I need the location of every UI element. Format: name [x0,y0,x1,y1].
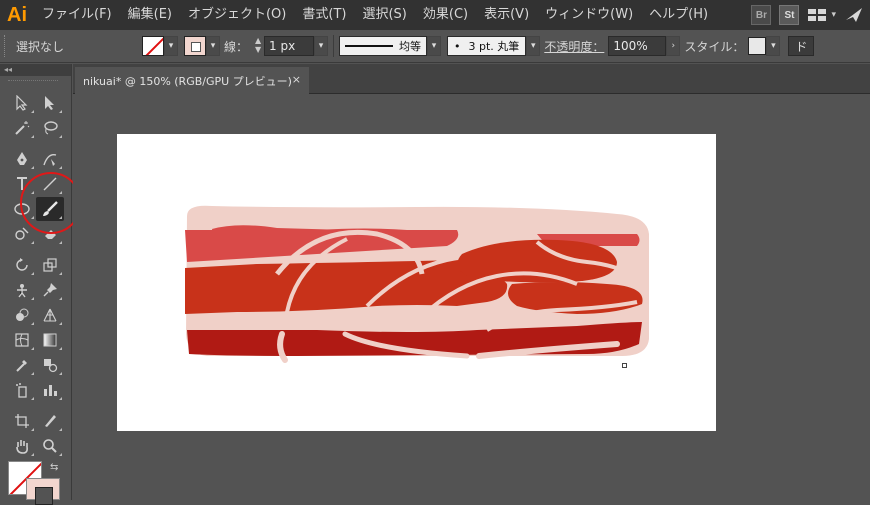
perspective-grid-tool-icon[interactable] [36,303,64,327]
lasso-tool-icon[interactable] [36,116,64,140]
fill-swatch[interactable] [142,36,164,56]
chevron-down-icon: ▾ [831,10,836,20]
menu-window[interactable]: ウィンドウ(W) [537,0,641,30]
menu-edit[interactable]: 編集(E) [120,0,180,30]
style-dropdown[interactable]: ▾ [766,36,781,56]
menu-view[interactable]: 表示(V) [476,0,537,30]
brush-definition[interactable]: • 3 pt. 丸筆 [447,36,527,56]
magic-wand-tool-icon[interactable] [8,116,36,140]
shape-builder-tool-icon[interactable] [8,303,36,327]
workspace-switcher-icon[interactable]: ▾ [807,8,836,22]
opacity-field[interactable]: 100% [608,36,667,56]
chevron-down-icon: ▾ [168,41,174,51]
column-graph-tool-icon[interactable] [36,378,64,402]
variable-width-profile[interactable]: 均等 [339,36,428,56]
pin-tool-icon[interactable] [36,278,64,302]
stroke-weight-dropdown[interactable]: ▾ [314,36,329,56]
chevron-down-icon: ▼ [254,45,262,54]
profile-line-icon [345,45,394,47]
blend-tool-icon[interactable] [36,353,64,377]
canvas-area[interactable] [73,94,870,500]
document-tab-bar: nikuai* @ 150% (RGB/GPU プレビュー) × [73,64,870,94]
graphic-style-swatch[interactable] [748,37,767,55]
bridge-button[interactable]: Br [751,5,772,25]
document-setup-button[interactable]: ド [788,36,815,56]
meat-illustration[interactable] [117,134,716,431]
eyedropper-tool-icon[interactable] [8,353,36,377]
pen-tool-icon[interactable] [8,147,36,171]
opacity-label[interactable]: 不透明度： [544,38,604,55]
puppet-warp-tool-icon[interactable] [8,278,36,302]
stroke-dropdown[interactable]: ▾ [206,36,220,56]
panel-grip[interactable] [4,35,12,57]
chevron-down-icon: ▾ [318,41,324,51]
chevron-right-icon: › [671,41,676,51]
brush-label: 3 pt. 丸筆 [468,40,520,53]
menu-select[interactable]: 選択(S) [354,0,414,30]
profile-dropdown[interactable]: ▾ [427,36,442,56]
menu-bar: Ai ファイル(F) 編集(E) オブジェクト(O) 書式(T) 選択(S) 効… [0,0,870,30]
profile-label: 均等 [399,40,422,53]
brush-dropdown[interactable]: ▾ [526,36,541,56]
opacity-dropdown[interactable]: › [666,36,681,56]
brush-dot-icon: • [454,39,461,53]
zoom-tool-icon[interactable] [36,434,64,458]
send-icon[interactable] [844,6,864,24]
chevron-down-icon: ▾ [210,41,216,51]
stroke-swatch[interactable] [184,36,206,56]
stock-button[interactable]: St [779,5,800,25]
menu-effect[interactable]: 効果(C) [415,0,476,30]
chevron-up-icon: ▲ [254,36,262,45]
symbol-sprayer-tool-icon[interactable] [8,378,36,402]
hand-tool-icon[interactable] [8,434,36,458]
curvature-tool-icon[interactable] [36,147,64,171]
stroke-weight-field[interactable]: 1 px [264,36,315,56]
stroke-weight-stepper[interactable]: ▲ ▼ [252,36,264,56]
tool-grid [8,80,68,458]
tools-panel: ◂◂ ⇆ [0,64,72,505]
close-icon[interactable]: × [292,73,301,86]
slice-tool-icon[interactable] [36,409,64,433]
tab-document-label: nikuai* @ 150% (RGB/GPU プレビュー) [83,74,292,88]
artboard-tool-icon[interactable] [8,409,36,433]
chevron-down-icon: ▾ [771,41,776,51]
scale-tool-icon[interactable] [36,253,64,277]
menu-file[interactable]: ファイル(F) [34,0,120,30]
menu-type[interactable]: 書式(T) [294,0,354,30]
panel-grip[interactable] [8,80,58,84]
control-bar: 選択なし ▾ ▾ 線： ▲ ▼ 1 px ▾ 均等 ▾ • 3 pt. 丸筆 ▾ … [0,30,870,63]
chevron-down-icon: ▾ [431,41,437,51]
tab-document[interactable]: nikuai* @ 150% (RGB/GPU プレビュー) × [75,67,309,94]
gradient-tool-icon[interactable] [36,328,64,352]
direct-selection-tool-icon[interactable] [36,91,64,115]
artboard[interactable] [117,134,716,431]
panel-collapse-icon[interactable]: ◂◂ [0,64,71,76]
chevron-down-icon: ▾ [531,41,536,51]
selection-tool-icon[interactable] [8,91,36,115]
stroke-label: 線： [224,39,249,54]
layout-grid-icon [808,9,827,21]
style-label: スタイル： [684,39,745,54]
mesh-tool-icon[interactable] [8,328,36,352]
menu-object[interactable]: オブジェクト(O) [180,0,294,30]
rotate-tool-icon[interactable] [8,253,36,277]
swap-fill-stroke-icon[interactable]: ⇆ [50,462,58,473]
menu-help[interactable]: ヘルプ(H) [641,0,716,30]
menu-right-group: Br St ▾ [751,0,870,30]
stroke-color-swatch[interactable] [26,478,60,505]
selection-status: 選択なし [16,39,65,54]
fill-dropdown[interactable]: ▾ [164,36,178,56]
app-logo: Ai [7,3,27,26]
divider [333,35,335,57]
anchor-point[interactable] [622,363,627,368]
